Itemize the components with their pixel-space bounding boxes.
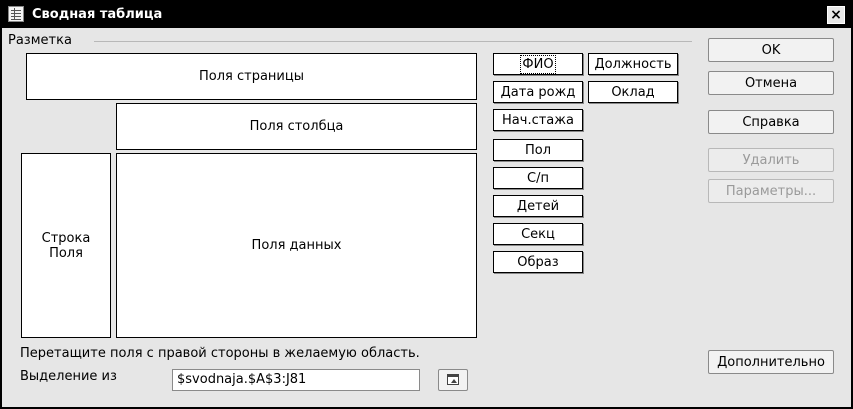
field-button-section[interactable]: Секц: [493, 223, 583, 245]
field-button-position[interactable]: Должность: [588, 53, 678, 75]
page-fields-label: Поля страницы: [199, 69, 304, 84]
data-fields-label: Поля данных: [251, 238, 342, 253]
more-options-button[interactable]: Дополнительно: [708, 350, 834, 374]
drag-hint-text: Перетащите поля с правой стороны в желае…: [20, 346, 420, 361]
row-fields-label-line1: Строка: [41, 230, 91, 246]
field-button-marital[interactable]: С/п: [493, 167, 583, 189]
column-fields-area[interactable]: Поля столбца: [116, 103, 477, 150]
field-button-fio[interactable]: ФИО: [493, 53, 583, 75]
field-button-salary[interactable]: Оклад: [588, 81, 678, 103]
field-button-children[interactable]: Детей: [493, 195, 583, 217]
ok-button[interactable]: OK: [708, 38, 834, 62]
field-button-gender[interactable]: Пол: [493, 139, 583, 161]
help-button[interactable]: Справка: [708, 110, 834, 134]
data-fields-area[interactable]: Поля данных: [116, 153, 477, 338]
title-bar[interactable]: Сводная таблица ×: [2, 2, 851, 28]
selection-from-label: Выделение из: [20, 369, 117, 384]
shrink-dialog-icon: [447, 374, 459, 385]
group-divider: [94, 41, 692, 42]
field-button-birthdate[interactable]: Дата рожд: [493, 81, 583, 103]
field-button-education[interactable]: Образ: [493, 251, 583, 273]
dialog-body: Разметка Поля страницы Поля столбца Стро…: [2, 28, 851, 407]
layout-group-label: Разметка: [8, 33, 72, 48]
window-title: Сводная таблица: [32, 7, 163, 22]
page-fields-area[interactable]: Поля страницы: [26, 53, 477, 100]
selection-range-input[interactable]: $svodnaja.$A$3:J81: [172, 369, 420, 391]
row-fields-area[interactable]: Строка Поля: [21, 153, 111, 338]
options-button[interactable]: Параметры...: [708, 179, 834, 203]
pivot-table-icon: [8, 6, 24, 22]
shrink-dialog-button[interactable]: [438, 369, 468, 391]
close-icon[interactable]: ×: [827, 6, 845, 24]
field-button-start-date[interactable]: Нач.стажа: [493, 109, 583, 131]
column-fields-label: Поля столбца: [249, 119, 344, 134]
delete-button[interactable]: Удалить: [708, 148, 834, 172]
cancel-button[interactable]: Отмена: [708, 71, 834, 95]
row-fields-label-line2: Поля: [49, 245, 83, 261]
pivot-table-dialog: Сводная таблица × Разметка Поля страницы…: [0, 0, 853, 409]
